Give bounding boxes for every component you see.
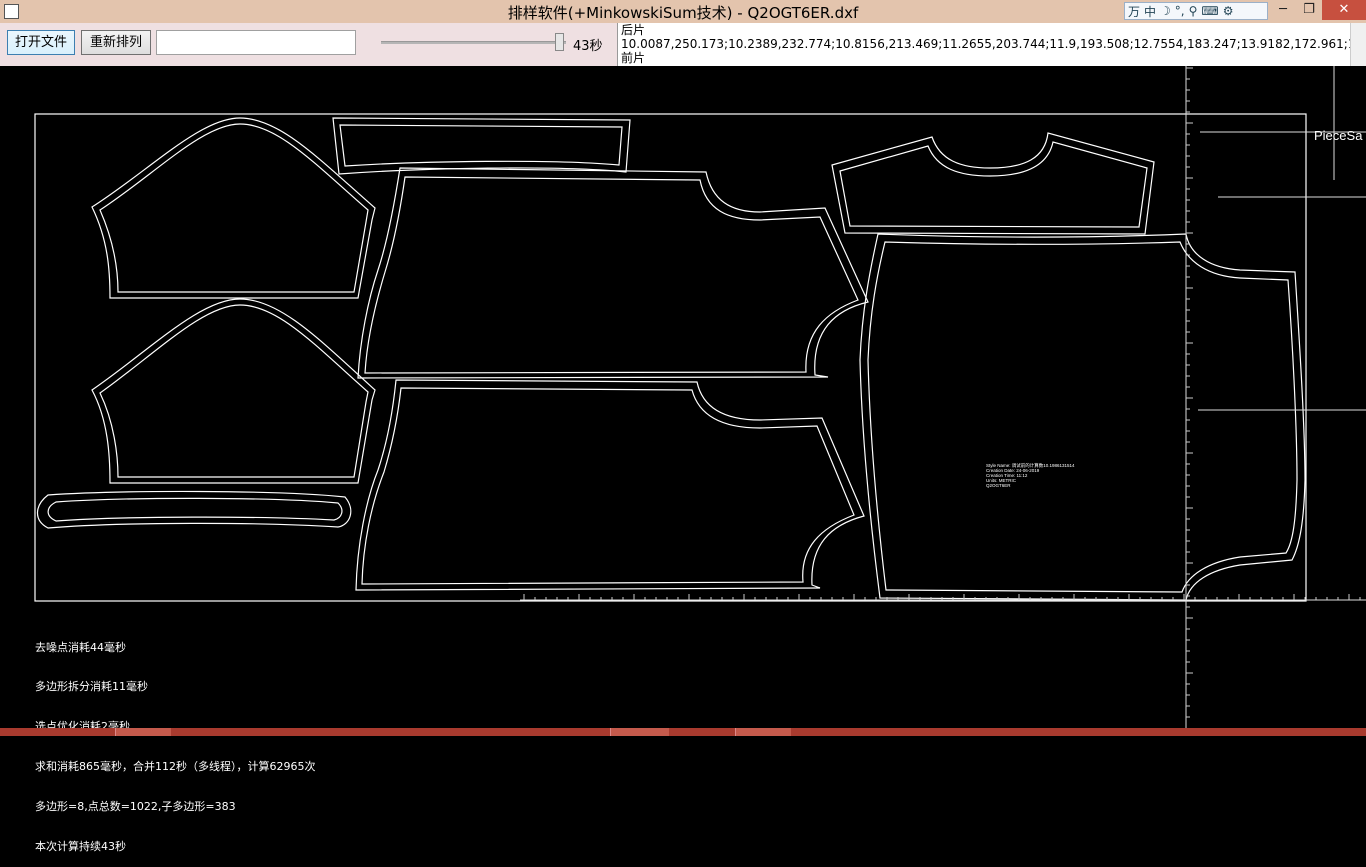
parameter-input[interactable] [156,30,356,55]
log-line: 本次计算持续43秒 [35,840,126,854]
piece-front-body[interactable] [355,379,865,591]
ime-punct-toggle[interactable]: °, [1175,4,1185,18]
title-bar: 排样软件(+MinkowskiSum技术) - Q2OGT6ER.dxf 万 中… [0,0,1366,23]
log-line: 多边形拆分消耗11毫秒 [35,680,148,694]
calculation-log: 去噪点消耗44毫秒 多边形拆分消耗11毫秒 选点优化消耗2毫秒 求和消耗865毫… [35,614,315,867]
ime-settings-icon[interactable]: ⚙ [1223,4,1234,18]
time-slider-thumb[interactable] [555,33,565,51]
piece-notes: Style Name: 调试前的计算数10.1986131514 Creatio… [986,462,1075,488]
maximize-button[interactable]: ❐ [1296,0,1322,20]
piece-neck-strip[interactable] [332,117,631,175]
piece-sleeve-2[interactable] [91,298,376,484]
coords-line-back-piece: 后片 [621,23,646,37]
minimize-button[interactable]: ─ [1270,0,1296,20]
ime-user-icon[interactable]: ⚲ [1189,4,1198,18]
taskbar-item[interactable] [735,728,791,736]
taskbar[interactable] [0,728,1366,736]
ime-logo-icon[interactable]: 万 [1128,3,1140,20]
piece-large-body[interactable] [859,233,1306,601]
ime-mode-toggle[interactable]: 中 [1144,3,1156,20]
log-line: 多边形=8,点总数=1022,子多边形=383 [35,800,236,814]
log-line: 求和消耗865毫秒，合并112秒（多线程），计算62965次 [35,760,316,774]
rearrange-button[interactable]: 重新排列 [81,30,151,55]
piece-waistband[interactable] [36,490,352,529]
piece-sample-label: PieceSa [1314,128,1363,143]
log-line: 去噪点消耗44毫秒 [35,640,126,654]
close-button[interactable]: ✕ [1322,0,1366,20]
ime-keyboard-icon[interactable]: ⌨ [1201,4,1218,18]
ime-toolbar[interactable]: 万 中 ☽ °, ⚲ ⌨ ⚙ [1124,2,1268,20]
time-label: 43秒 [573,39,603,54]
open-file-button[interactable]: 打开文件 [7,30,75,55]
ime-moon-icon[interactable]: ☽ [1160,4,1171,18]
time-slider-track[interactable] [381,41,566,44]
sheet-border [34,113,1307,602]
taskbar-item[interactable] [610,728,669,736]
coordinates-textbox[interactable]: 后片 10.0087,250.173;10.2389,232.774;10.81… [617,23,1366,66]
piece-sleeve-1[interactable] [91,117,376,299]
svg-text:Q2OGT6ER: Q2OGT6ER [986,483,1011,488]
coords-line-front-piece: 前片 [621,51,646,65]
taskbar-item[interactable] [115,728,171,736]
coords-line-values: 10.0087,250.173;10.2389,232.774;10.8156,… [621,37,1366,51]
piece-back-body[interactable] [357,167,869,379]
piece-yoke[interactable] [831,132,1155,235]
coords-scrollbar[interactable] [1350,23,1366,66]
